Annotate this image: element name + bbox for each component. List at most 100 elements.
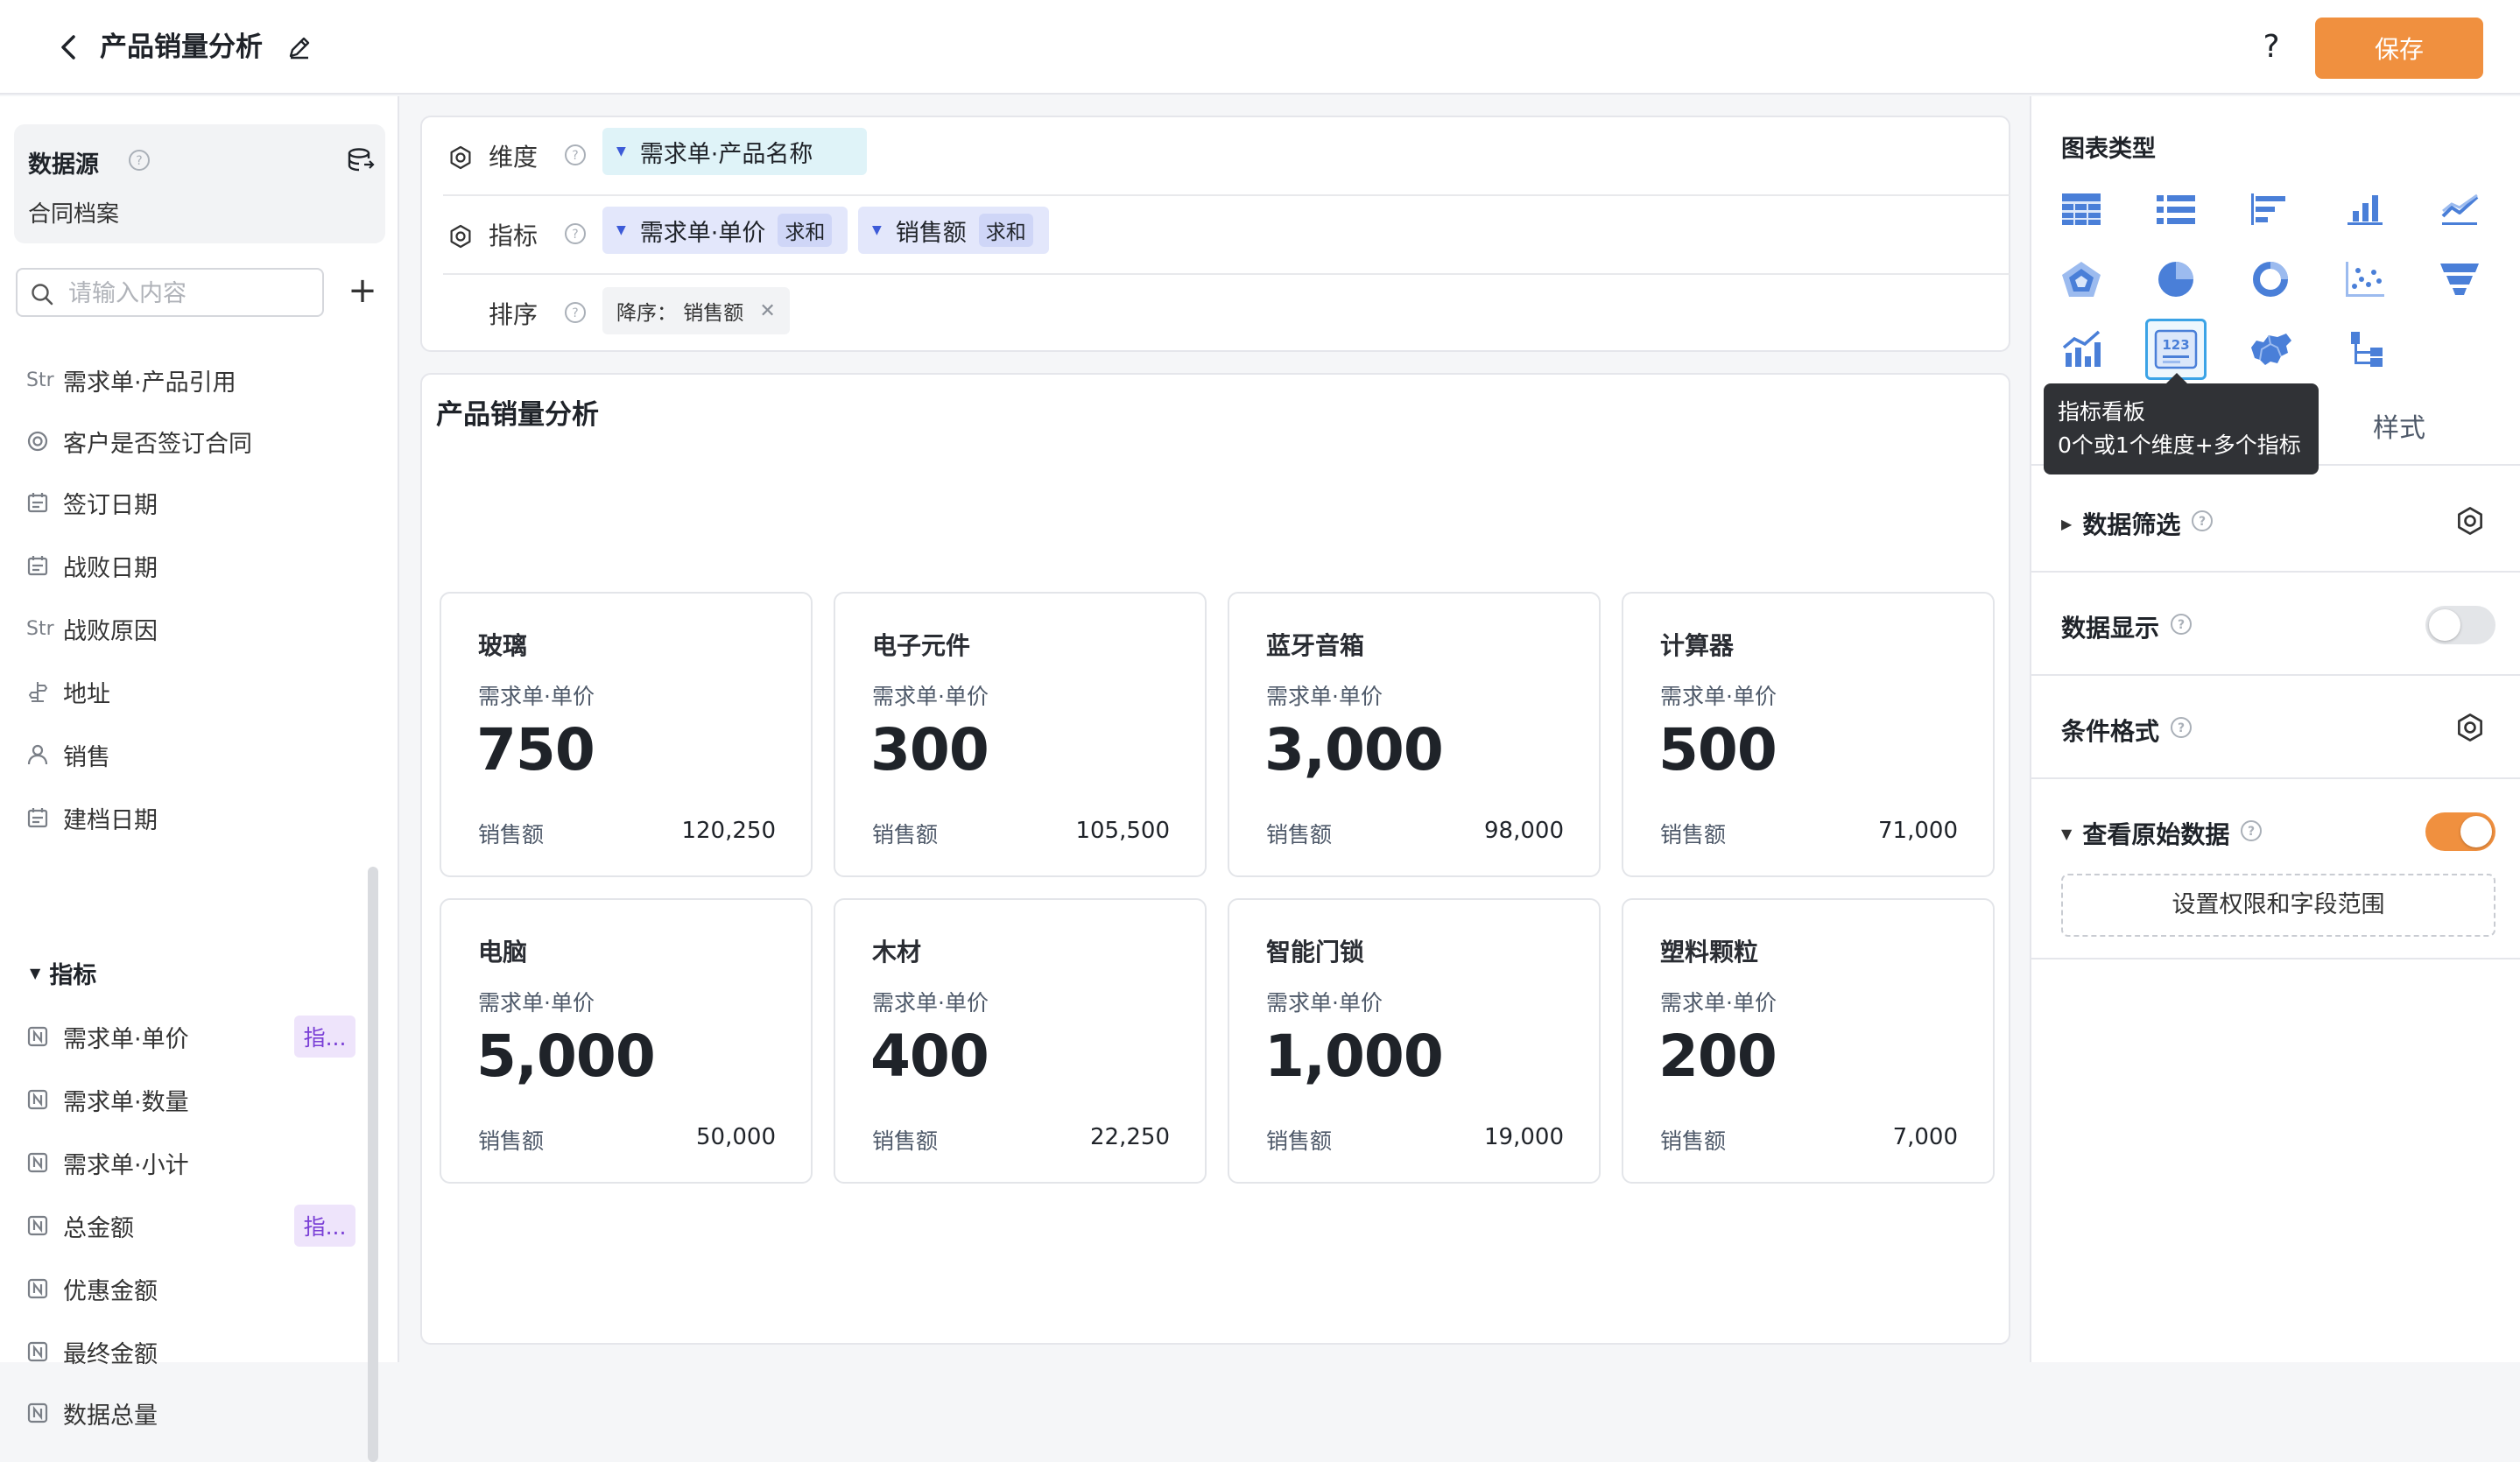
help-circle-icon[interactable]: ? (128, 149, 151, 175)
radar-icon[interactable] (2052, 250, 2110, 308)
tree-icon[interactable] (2336, 320, 2394, 378)
card-sub-label: 销售额 (872, 1128, 939, 1154)
metric-item[interactable]: 优惠金额 (26, 1269, 359, 1308)
gear-icon[interactable] (2455, 713, 2485, 746)
help-circle-icon[interactable]: ? (2240, 819, 2263, 848)
field-item[interactable]: 战败日期 (26, 546, 359, 585)
metric-card[interactable]: 计算器 需求单·单价 500 销售额 71,000 (1622, 592, 1995, 877)
tooltip-title: 指标看板 (2058, 399, 2146, 425)
card-metric-label: 需求单·单价 (872, 684, 989, 709)
edit-title-icon[interactable] (284, 32, 315, 63)
help-circle-icon[interactable]: ? (564, 144, 587, 170)
svg-text:?: ? (572, 228, 578, 242)
card-value: 200 (1658, 1023, 1777, 1090)
field-item[interactable]: Str 需求单·产品引用 (26, 361, 359, 399)
help-circle-icon[interactable]: ? (2170, 716, 2193, 745)
card-sub-value: 105,500 (1075, 818, 1170, 844)
metric-pill[interactable]: ▼ 需求单·单价 求和 (602, 207, 848, 254)
help-circle-icon[interactable]: ? (2191, 510, 2214, 538)
chart-title: 产品销量分析 (436, 399, 599, 431)
search-icon (30, 282, 54, 310)
scatter-icon[interactable] (2336, 250, 2394, 308)
caret-right-icon: ▶ (2061, 515, 2073, 532)
metric-item[interactable]: 需求单·单价 指... (26, 1016, 359, 1058)
metric-card[interactable]: 木材 需求单·单价 400 销售额 22,250 (834, 898, 1207, 1184)
view-raw-data-toggle-group[interactable]: ▼ 查看原始数据 ? (2061, 816, 2263, 851)
metric-card[interactable]: 智能门锁 需求单·单价 1,000 销售额 19,000 (1228, 898, 1601, 1184)
card-sub-value: 22,250 (1090, 1124, 1170, 1150)
table-icon[interactable] (2052, 180, 2110, 238)
card-dimension: 电子元件 (872, 631, 971, 660)
sidebar-scrollbar[interactable] (368, 867, 378, 1462)
datasource-card[interactable]: 数据源 ? 合同档案 (14, 124, 385, 243)
metric-item[interactable]: 需求单·小计 (26, 1143, 359, 1182)
metric-item[interactable]: 数据总量 (26, 1394, 359, 1432)
metric-board-icon[interactable]: 123 (2145, 319, 2207, 380)
close-icon[interactable]: ✕ (759, 300, 775, 322)
list-icon[interactable] (2147, 180, 2205, 238)
help-circle-icon[interactable]: ? (564, 301, 587, 327)
metric-card[interactable]: 玻璃 需求单·单价 750 销售额 120,250 (440, 592, 813, 877)
help-circle-icon[interactable]: ? (2170, 613, 2193, 642)
data-display-section: 数据显示 ? (2031, 573, 2520, 676)
sort-pill[interactable]: 降序： 销售额 ✕ (602, 287, 790, 334)
data-display-toggle[interactable] (2425, 606, 2495, 644)
metric-item[interactable]: 总金额 指... (26, 1205, 359, 1247)
field-item[interactable]: 地址 (26, 672, 359, 711)
card-value: 5,000 (476, 1023, 656, 1090)
search-input[interactable] (67, 277, 312, 310)
card-dimension: 计算器 (1660, 631, 1735, 660)
svg-text:?: ? (572, 306, 578, 320)
pie-icon[interactable] (2147, 250, 2205, 308)
database-switch-icon[interactable] (347, 147, 375, 177)
card-metric-label: 需求单·单价 (478, 684, 595, 709)
donut-icon[interactable] (2242, 250, 2299, 308)
metric-card[interactable]: 蓝牙音箱 需求单·单价 3,000 销售额 98,000 (1228, 592, 1601, 877)
metric-label: 需求单·数量 (63, 1088, 189, 1116)
data-filter-toggle[interactable]: ▶ 数据筛选 ? (2061, 506, 2214, 541)
save-button[interactable]: 保存 (2315, 18, 2483, 79)
number-type-icon (26, 1214, 61, 1237)
gear-icon[interactable] (448, 224, 473, 252)
help-button[interactable]: ? (2250, 26, 2292, 68)
gear-icon[interactable] (2455, 506, 2485, 539)
bar-horizontal-icon[interactable] (2242, 180, 2299, 238)
metric-label: 总金额 (63, 1214, 134, 1242)
metric-card[interactable]: 电脑 需求单·单价 5,000 销售额 50,000 (440, 898, 813, 1184)
field-item[interactable]: 建档日期 (26, 798, 359, 837)
metric-card[interactable]: 电子元件 需求单·单价 300 销售额 105,500 (834, 592, 1207, 877)
field-item[interactable]: 销售 (26, 735, 359, 774)
set-permission-button[interactable]: 设置权限和字段范围 (2061, 874, 2495, 937)
metrics-group-toggle[interactable]: ▼ 指标 (30, 956, 96, 990)
metric-card[interactable]: 塑料颗粒 需求单·单价 200 销售额 7,000 (1622, 898, 1995, 1184)
card-value: 750 (476, 716, 595, 784)
card-dimension: 木材 (872, 938, 922, 966)
metric-item[interactable]: 最终金额 (26, 1332, 359, 1371)
card-sub-value: 7,000 (1892, 1124, 1958, 1150)
funnel-icon[interactable] (2431, 250, 2488, 308)
help-circle-icon[interactable]: ? (564, 222, 587, 249)
metric-pill[interactable]: ▼ 销售额 求和 (858, 207, 1049, 254)
line-chart-icon[interactable] (2431, 180, 2488, 238)
number-type-icon (26, 1088, 61, 1111)
combo-chart-icon[interactable] (2052, 320, 2110, 378)
field-item[interactable]: Str 战败原因 (26, 609, 359, 648)
field-label: 需求单·产品引用 (63, 369, 236, 397)
bar-vertical-icon[interactable] (2336, 180, 2394, 238)
dimension-pill[interactable]: ▼ 需求单·产品名称 (602, 128, 867, 175)
metric-item[interactable]: 需求单·数量 (26, 1080, 359, 1119)
dimension-pill-label: 需求单·产品名称 (639, 140, 813, 168)
datasource-name: 合同档案 (28, 201, 120, 228)
caret-down-icon: ▼ (2061, 825, 2073, 842)
aggregation-tag: 求和 (778, 214, 833, 247)
view-raw-data-toggle[interactable] (2425, 812, 2495, 851)
field-item[interactable]: 签订日期 (26, 483, 359, 522)
svg-text:?: ? (136, 154, 142, 168)
map-icon[interactable] (2242, 320, 2299, 378)
conditional-format-label: 条件格式 (2061, 717, 2160, 746)
add-field-button[interactable]: + (345, 273, 380, 308)
back-icon[interactable] (51, 30, 86, 65)
field-item[interactable]: 客户是否签订合同 (26, 422, 359, 460)
card-metric-label: 需求单·单价 (478, 990, 595, 1016)
gear-icon[interactable] (448, 145, 473, 173)
